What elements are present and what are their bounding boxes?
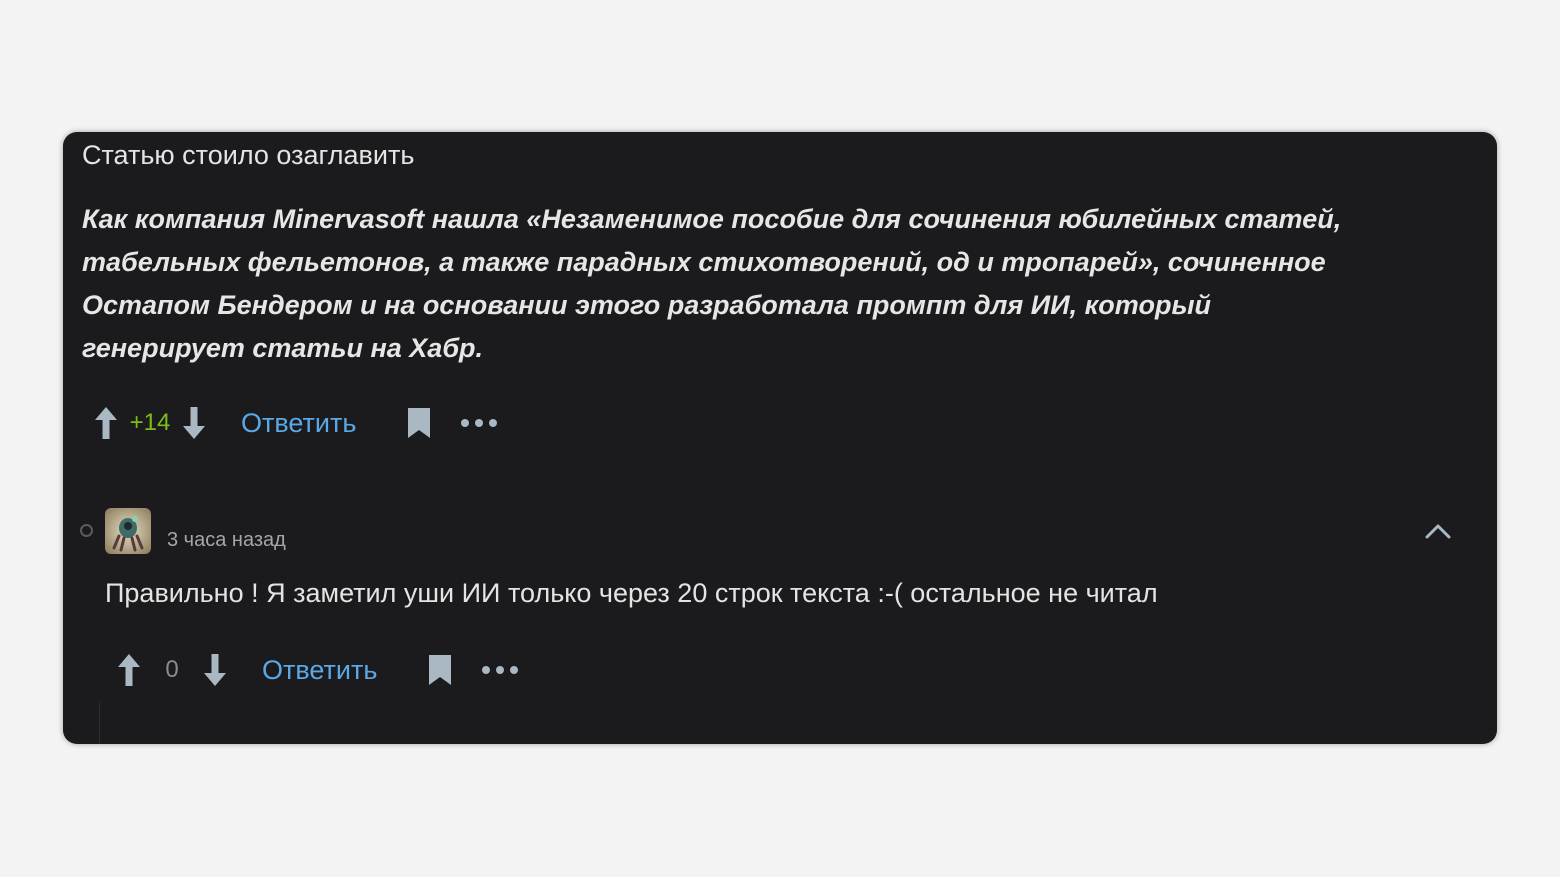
arrow-down-icon: [183, 407, 205, 439]
upvote-button[interactable]: [115, 652, 143, 688]
comment-actions: 0 Ответить: [115, 650, 521, 690]
arrow-down-icon: [204, 654, 226, 686]
bookmark-icon: [408, 408, 431, 438]
comment-timestamp: 3 часа назад: [167, 529, 286, 551]
reply-button[interactable]: Ответить: [262, 655, 377, 686]
ellipsis-icon: [482, 666, 519, 674]
bookmark-button[interactable]: [427, 653, 453, 687]
comment-card: Статью стоило озаглавить Как компания Mi…: [63, 132, 1497, 744]
quote-line: генерирует статьи на Хабр.: [82, 333, 484, 363]
comment-score: +14: [129, 409, 171, 436]
comment-text: Правильно ! Я заметил уши ИИ только чере…: [105, 578, 1158, 608]
reply-button[interactable]: Ответить: [241, 408, 356, 439]
collapse-thread-button[interactable]: [1423, 520, 1453, 542]
quote-line: табельных фельетонов, а также парадных с…: [82, 247, 1326, 277]
more-options-button[interactable]: [481, 660, 521, 680]
upvote-button[interactable]: [92, 405, 120, 441]
comment-quote: Как компания Minervasoft нашла «Незамени…: [82, 198, 1462, 370]
ellipsis-icon: [461, 419, 498, 427]
more-options-button[interactable]: [460, 413, 500, 433]
bookmark-button[interactable]: [406, 406, 432, 440]
bookmark-icon: [429, 655, 452, 685]
arrow-up-icon: [95, 407, 117, 439]
downvote-button[interactable]: [201, 652, 229, 688]
quote-line: Как компания Minervasoft нашла «Незамени…: [82, 204, 1342, 234]
thread-marker: [80, 524, 93, 537]
arrow-up-icon: [118, 654, 140, 686]
quote-line: Остапом Бендером и на основании этого ра…: [82, 290, 1211, 320]
comment-intro-text: Статью стоило озаглавить: [82, 140, 415, 170]
comment-score: 0: [165, 656, 179, 683]
downvote-button[interactable]: [180, 405, 208, 441]
thread-line: [99, 702, 100, 744]
user-avatar-icon: [105, 508, 151, 554]
comment-actions: +14 Ответить: [92, 403, 500, 443]
chevron-up-icon: [1425, 524, 1451, 539]
avatar[interactable]: [105, 508, 151, 554]
